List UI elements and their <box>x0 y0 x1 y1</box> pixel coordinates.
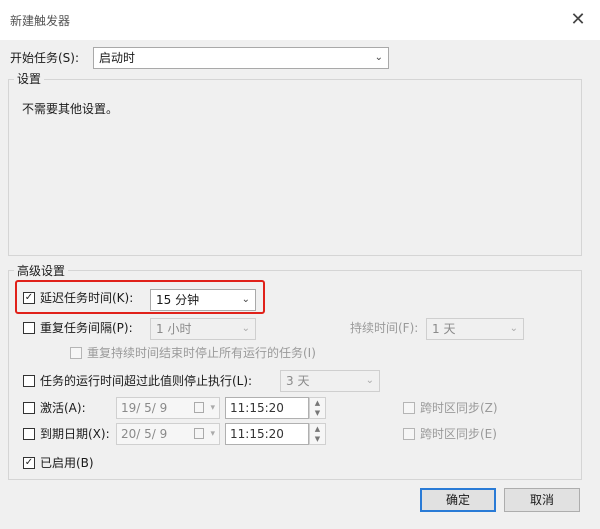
enabled-label: 已启用(B) <box>40 456 94 470</box>
activate-date-value: 19/ 5/ 9 <box>121 401 168 415</box>
repeat-interval-value: 1 小时 <box>156 322 192 336</box>
chevron-down-icon: ⌄ <box>509 323 518 334</box>
enabled-checkbox[interactable]: ✓ <box>23 457 35 469</box>
settings-message: 不需要其他设置。 <box>22 102 119 116</box>
begin-task-value: 启动时 <box>99 51 136 65</box>
duration-label: 持续时间(F): <box>350 321 419 335</box>
chevron-down-icon: ▾ <box>210 429 215 439</box>
activate-sync-checkbox[interactable] <box>403 402 415 414</box>
stop-if-longer-label: 任务的运行时间超过此值则停止执行(L): <box>40 374 253 388</box>
repeat-label: 重复任务间隔(P): <box>40 321 133 335</box>
expire-checkbox[interactable] <box>23 428 35 440</box>
activate-sync-label: 跨时区同步(Z) <box>420 401 498 415</box>
expire-time-field[interactable]: 11:15:20 <box>225 423 309 445</box>
stop-if-longer-select[interactable]: 3 天 ⌄ <box>280 370 380 392</box>
calendar-icon <box>194 402 204 413</box>
expire-time-spinner[interactable]: ▲ ▼ <box>309 423 326 445</box>
activate-checkbox[interactable] <box>23 402 35 414</box>
begin-task-label: 开始任务(S): <box>10 51 80 65</box>
expire-date-picker[interactable]: 20/ 5/ 9 ▾ <box>116 423 220 445</box>
chevron-down-icon: ⌄ <box>241 294 250 305</box>
duration-select[interactable]: 1 天 ⌄ <box>426 318 524 340</box>
chevron-down-icon: ⌄ <box>241 323 250 334</box>
expire-sync-label: 跨时区同步(E) <box>420 427 497 441</box>
stop-if-longer-value: 3 天 <box>286 374 310 388</box>
activate-label: 激活(A): <box>40 401 86 415</box>
stop-all-checkbox[interactable] <box>70 347 82 359</box>
chevron-down-icon: ⌄ <box>374 52 383 63</box>
chevron-down-icon: ▾ <box>210 403 215 413</box>
title-bar: 新建触发器 ✕ <box>0 0 600 40</box>
expire-sync-checkbox[interactable] <box>403 428 415 440</box>
activate-time-field[interactable]: 11:15:20 <box>225 397 309 419</box>
stop-all-label: 重复持续时间结束时停止所有运行的任务(I) <box>87 346 316 360</box>
repeat-interval-select[interactable]: 1 小时 ⌄ <box>150 318 256 340</box>
advanced-settings-title: 高级设置 <box>14 262 69 279</box>
activate-time-spinner[interactable]: ▲ ▼ <box>309 397 326 419</box>
delay-label: 延迟任务时间(K): <box>40 291 134 305</box>
new-trigger-dialog: 新建触发器 ✕ 开始任务(S): 启动时 ⌄ 设置 不需要其他设置。 高级设置 … <box>0 0 600 529</box>
stop-if-longer-checkbox[interactable] <box>23 375 35 387</box>
delay-checkbox[interactable]: ✓ <box>23 292 35 304</box>
delay-select[interactable]: 15 分钟 ⌄ <box>150 289 256 311</box>
ok-button[interactable]: 确定 <box>420 488 496 512</box>
cancel-button[interactable]: 取消 <box>504 488 580 512</box>
dialog-title: 新建触发器 <box>10 14 71 28</box>
expire-time-value: 11:15:20 <box>230 427 284 441</box>
close-icon[interactable]: ✕ <box>566 8 590 32</box>
activate-time-value: 11:15:20 <box>230 401 284 415</box>
expire-date-value: 20/ 5/ 9 <box>121 427 168 441</box>
expire-label: 到期日期(X): <box>40 427 110 441</box>
duration-value: 1 天 <box>432 322 456 336</box>
calendar-icon <box>194 428 204 439</box>
settings-group-title: 设置 <box>14 70 45 87</box>
delay-value: 15 分钟 <box>156 293 200 307</box>
chevron-down-icon: ⌄ <box>365 375 374 386</box>
begin-task-select[interactable]: 启动时 ⌄ <box>93 47 389 69</box>
activate-date-picker[interactable]: 19/ 5/ 9 ▾ <box>116 397 220 419</box>
repeat-checkbox[interactable] <box>23 322 35 334</box>
